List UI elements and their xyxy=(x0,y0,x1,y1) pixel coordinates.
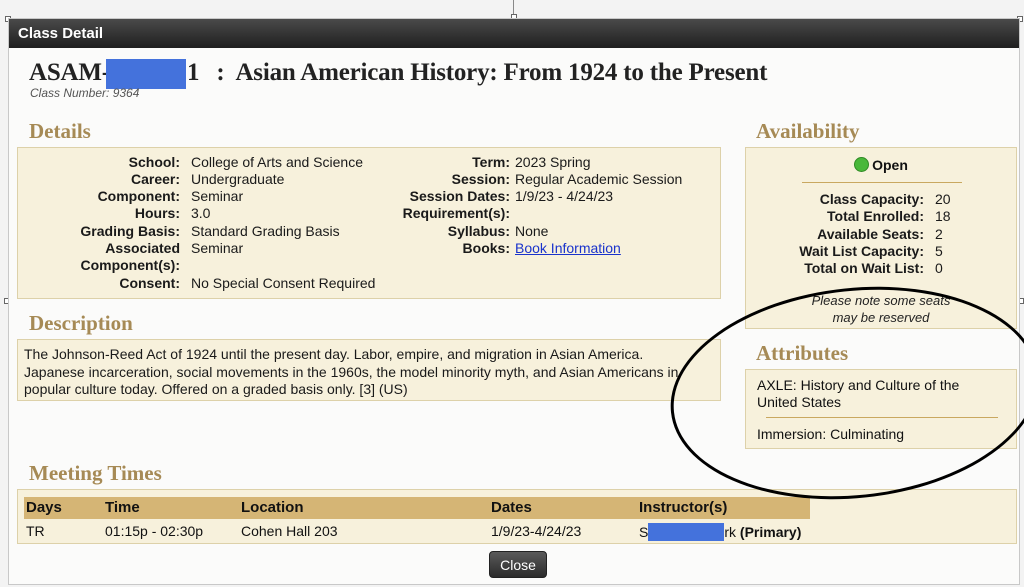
availability-label: Wait List Capacity: xyxy=(799,243,924,259)
detail-value: Regular Academic Session xyxy=(515,171,683,187)
title-separator: : xyxy=(216,59,225,86)
column-header: Days xyxy=(26,499,62,516)
availability-heading: Availability xyxy=(756,119,860,143)
availability-status: Open xyxy=(746,157,1016,173)
detail-value: 2023 Spring xyxy=(515,154,591,170)
attributes-panel: AXLE: History and Culture of the United … xyxy=(745,369,1017,449)
description-panel: The Johnson-Reed Act of 1924 until the p… xyxy=(17,339,721,401)
attributes-divider xyxy=(766,417,998,418)
dialog-title: Class Detail xyxy=(9,19,1019,48)
detail-label: Requirement(s): xyxy=(402,205,510,221)
column-header: Time xyxy=(105,499,140,516)
instructor-cell: Srk (Primary) xyxy=(639,523,801,541)
course-number-suffix: 1 xyxy=(186,59,200,86)
availability-value: 5 xyxy=(935,243,943,259)
detail-value: Seminar xyxy=(191,240,244,256)
detail-label: Session: xyxy=(451,171,510,187)
detail-value: College of Arts and Science xyxy=(191,154,363,170)
availability-label: Class Capacity: xyxy=(819,191,924,207)
column-header: Location xyxy=(241,499,304,516)
availability-value: 18 xyxy=(935,208,951,224)
course-name: Asian American History: From 1924 to the… xyxy=(235,59,768,86)
description-text: The Johnson-Reed Act of 1924 until the p… xyxy=(24,346,678,399)
details-heading: Details xyxy=(29,119,91,143)
note-line: may be reserved xyxy=(832,310,930,325)
detail-value: None xyxy=(515,223,549,239)
course-prefix: ASAM- xyxy=(29,59,110,86)
detail-label: Term: xyxy=(472,154,510,170)
detail-value: 1/9/23 - 4/24/23 xyxy=(515,188,614,204)
dates-cell: 1/9/23-4/24/23 xyxy=(491,523,582,539)
detail-label: School: xyxy=(128,154,180,170)
table-row: TR 01:15p - 02:30p Cohen Hall 203 1/9/23… xyxy=(24,523,810,541)
detail-value: 3.0 xyxy=(191,205,211,221)
attributes-heading: Attributes xyxy=(756,341,849,365)
description-line: The Johnson-Reed Act of 1924 until the p… xyxy=(24,346,644,362)
meeting-times-panel: Days Time Location Dates Instructor(s) T… xyxy=(17,489,1017,544)
column-header: Instructor(s) xyxy=(639,499,728,516)
note-line: Please note some seats xyxy=(811,293,951,308)
class-detail-dialog: Class Detail ASAM- 1 : Asian American Hist… xyxy=(8,18,1020,585)
availability-value: 20 xyxy=(935,191,951,207)
detail-label: Grading Basis: xyxy=(80,223,180,239)
attribute-line: United States xyxy=(757,394,842,410)
book-information-link[interactable]: Book Information xyxy=(515,240,621,256)
screenshot-background: Class Detail ASAM- 1 : Asian American Hist… xyxy=(0,0,1024,587)
availability-panel: Open Class Capacity: 20 Total Enrolled: 18… xyxy=(745,147,1017,329)
meeting-times-header: Days Time Location Dates Instructor(s) xyxy=(24,497,810,519)
description-line: popular culture today. Offered on a grad… xyxy=(24,381,408,397)
availability-label: Total on Wait List: xyxy=(804,260,924,276)
detail-value: Undergraduate xyxy=(191,171,285,187)
description-line: Japanese incarceration, social movements… xyxy=(24,363,679,380)
detail-value: No Special Consent Required xyxy=(191,275,376,291)
instructor-name-end: rk xyxy=(724,524,737,540)
detail-label: Session Dates: xyxy=(409,188,510,204)
availability-label: Available Seats: xyxy=(817,226,924,242)
detail-label: Career: xyxy=(130,171,180,187)
status-label: Open xyxy=(872,157,908,173)
attribute-line: AXLE: History and Culture of the xyxy=(757,377,960,393)
open-status-icon xyxy=(854,157,870,172)
detail-value: Seminar xyxy=(191,188,244,204)
close-button[interactable]: Close xyxy=(489,551,547,578)
days-cell: TR xyxy=(26,523,45,539)
reserved-seats-note: Please note some seats may be reserved xyxy=(746,292,1016,326)
detail-label: Syllabus: xyxy=(447,223,510,239)
location-cell: Cohen Hall 203 xyxy=(241,523,338,539)
detail-label: Associated xyxy=(105,240,180,256)
rotate-handle-line xyxy=(513,0,514,14)
availability-label: Total Enrolled: xyxy=(827,208,924,224)
redaction-box xyxy=(648,523,725,541)
availability-value: 2 xyxy=(935,226,943,242)
instructor-name-start: S xyxy=(639,524,649,540)
course-title: ASAM- 1 : Asian American History: From 192… xyxy=(29,59,768,90)
availability-divider xyxy=(802,182,962,183)
detail-label: Hours: xyxy=(134,205,180,221)
attribute-item: Immersion: Culminating xyxy=(757,426,905,442)
time-cell: 01:15p - 02:30p xyxy=(105,523,204,539)
description-heading: Description xyxy=(29,311,133,335)
redaction-box xyxy=(105,59,186,90)
availability-value: 0 xyxy=(935,260,943,276)
detail-label: Component(s): xyxy=(80,257,180,273)
detail-label: Books: xyxy=(462,240,510,256)
details-panel: School: College of Arts and Science Caree… xyxy=(17,147,721,299)
detail-value: Standard Grading Basis xyxy=(191,223,340,239)
detail-label: Component: xyxy=(97,188,180,204)
attribute-item: AXLE: History and Culture of the United … xyxy=(757,377,959,411)
meeting-times-heading: Meeting Times xyxy=(29,461,162,485)
instructor-role: (Primary) xyxy=(739,524,802,540)
column-header: Dates xyxy=(491,499,532,516)
class-number: Class Number: 9364 xyxy=(30,86,140,100)
detail-label: Consent: xyxy=(119,275,180,291)
